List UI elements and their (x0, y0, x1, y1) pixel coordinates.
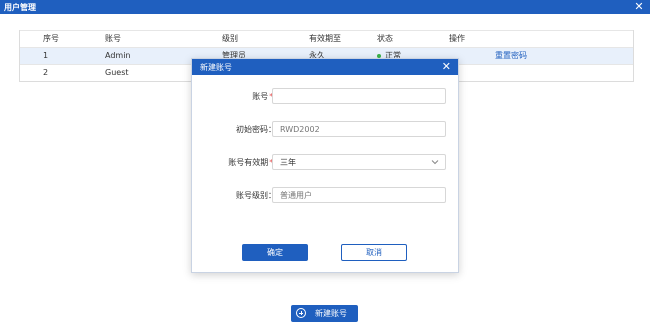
cancel-button[interactable]: 取消 (341, 244, 407, 261)
reset-password-link[interactable]: 重置密码 (495, 48, 527, 64)
validity-label: 账号有效期*: (228, 154, 276, 172)
window-titlebar: 用户管理 ✕ (0, 0, 650, 14)
password-input[interactable] (272, 121, 446, 137)
validity-row: 账号有效期*: 三年 (192, 154, 458, 172)
cell-account: Guest (105, 68, 129, 77)
dialog-close-icon[interactable]: ✕ (442, 59, 451, 75)
header-valid-until: 有效期至 (309, 34, 341, 43)
table-header-row: 序号 账号 级别 有效期至 状态 操作 (20, 30, 633, 47)
cell-account: Admin (105, 51, 131, 60)
account-row: 账号*: (192, 88, 458, 106)
new-account-button[interactable]: 新建账号 (291, 305, 358, 322)
header-action: 操作 (449, 34, 465, 43)
password-row: 初始密码： (192, 121, 458, 139)
confirm-button[interactable]: 确定 (242, 244, 308, 261)
new-account-button-label: 新建账号 (315, 309, 347, 318)
dialog-header: 新建账号 ✕ (192, 59, 458, 75)
header-index: 序号 (43, 34, 59, 43)
cell-index: 1 (43, 51, 49, 60)
status-dot-icon (377, 53, 381, 58)
cell-index: 2 (43, 68, 49, 77)
dialog-title: 新建账号 (200, 63, 232, 72)
header-status: 状态 (377, 34, 393, 43)
new-account-dialog: 新建账号 ✕ 账号*: 初始密码： 账号有效期*: 三年 账号级别： 确定 取消 (191, 58, 459, 273)
level-input[interactable] (272, 187, 446, 203)
level-label: 账号级别： (236, 191, 276, 200)
header-level: 级别 (222, 34, 238, 43)
window-close-icon[interactable]: ✕ (634, 0, 644, 14)
header-account: 账号 (105, 34, 121, 43)
level-row: 账号级别： (192, 187, 458, 205)
validity-select[interactable]: 三年 (272, 154, 446, 170)
password-label: 初始密码： (236, 125, 276, 134)
chevron-down-icon (431, 160, 439, 165)
account-input[interactable] (272, 88, 446, 104)
validity-selected-value: 三年 (280, 158, 296, 167)
add-circle-icon (296, 308, 306, 318)
window-title: 用户管理 (4, 3, 36, 12)
